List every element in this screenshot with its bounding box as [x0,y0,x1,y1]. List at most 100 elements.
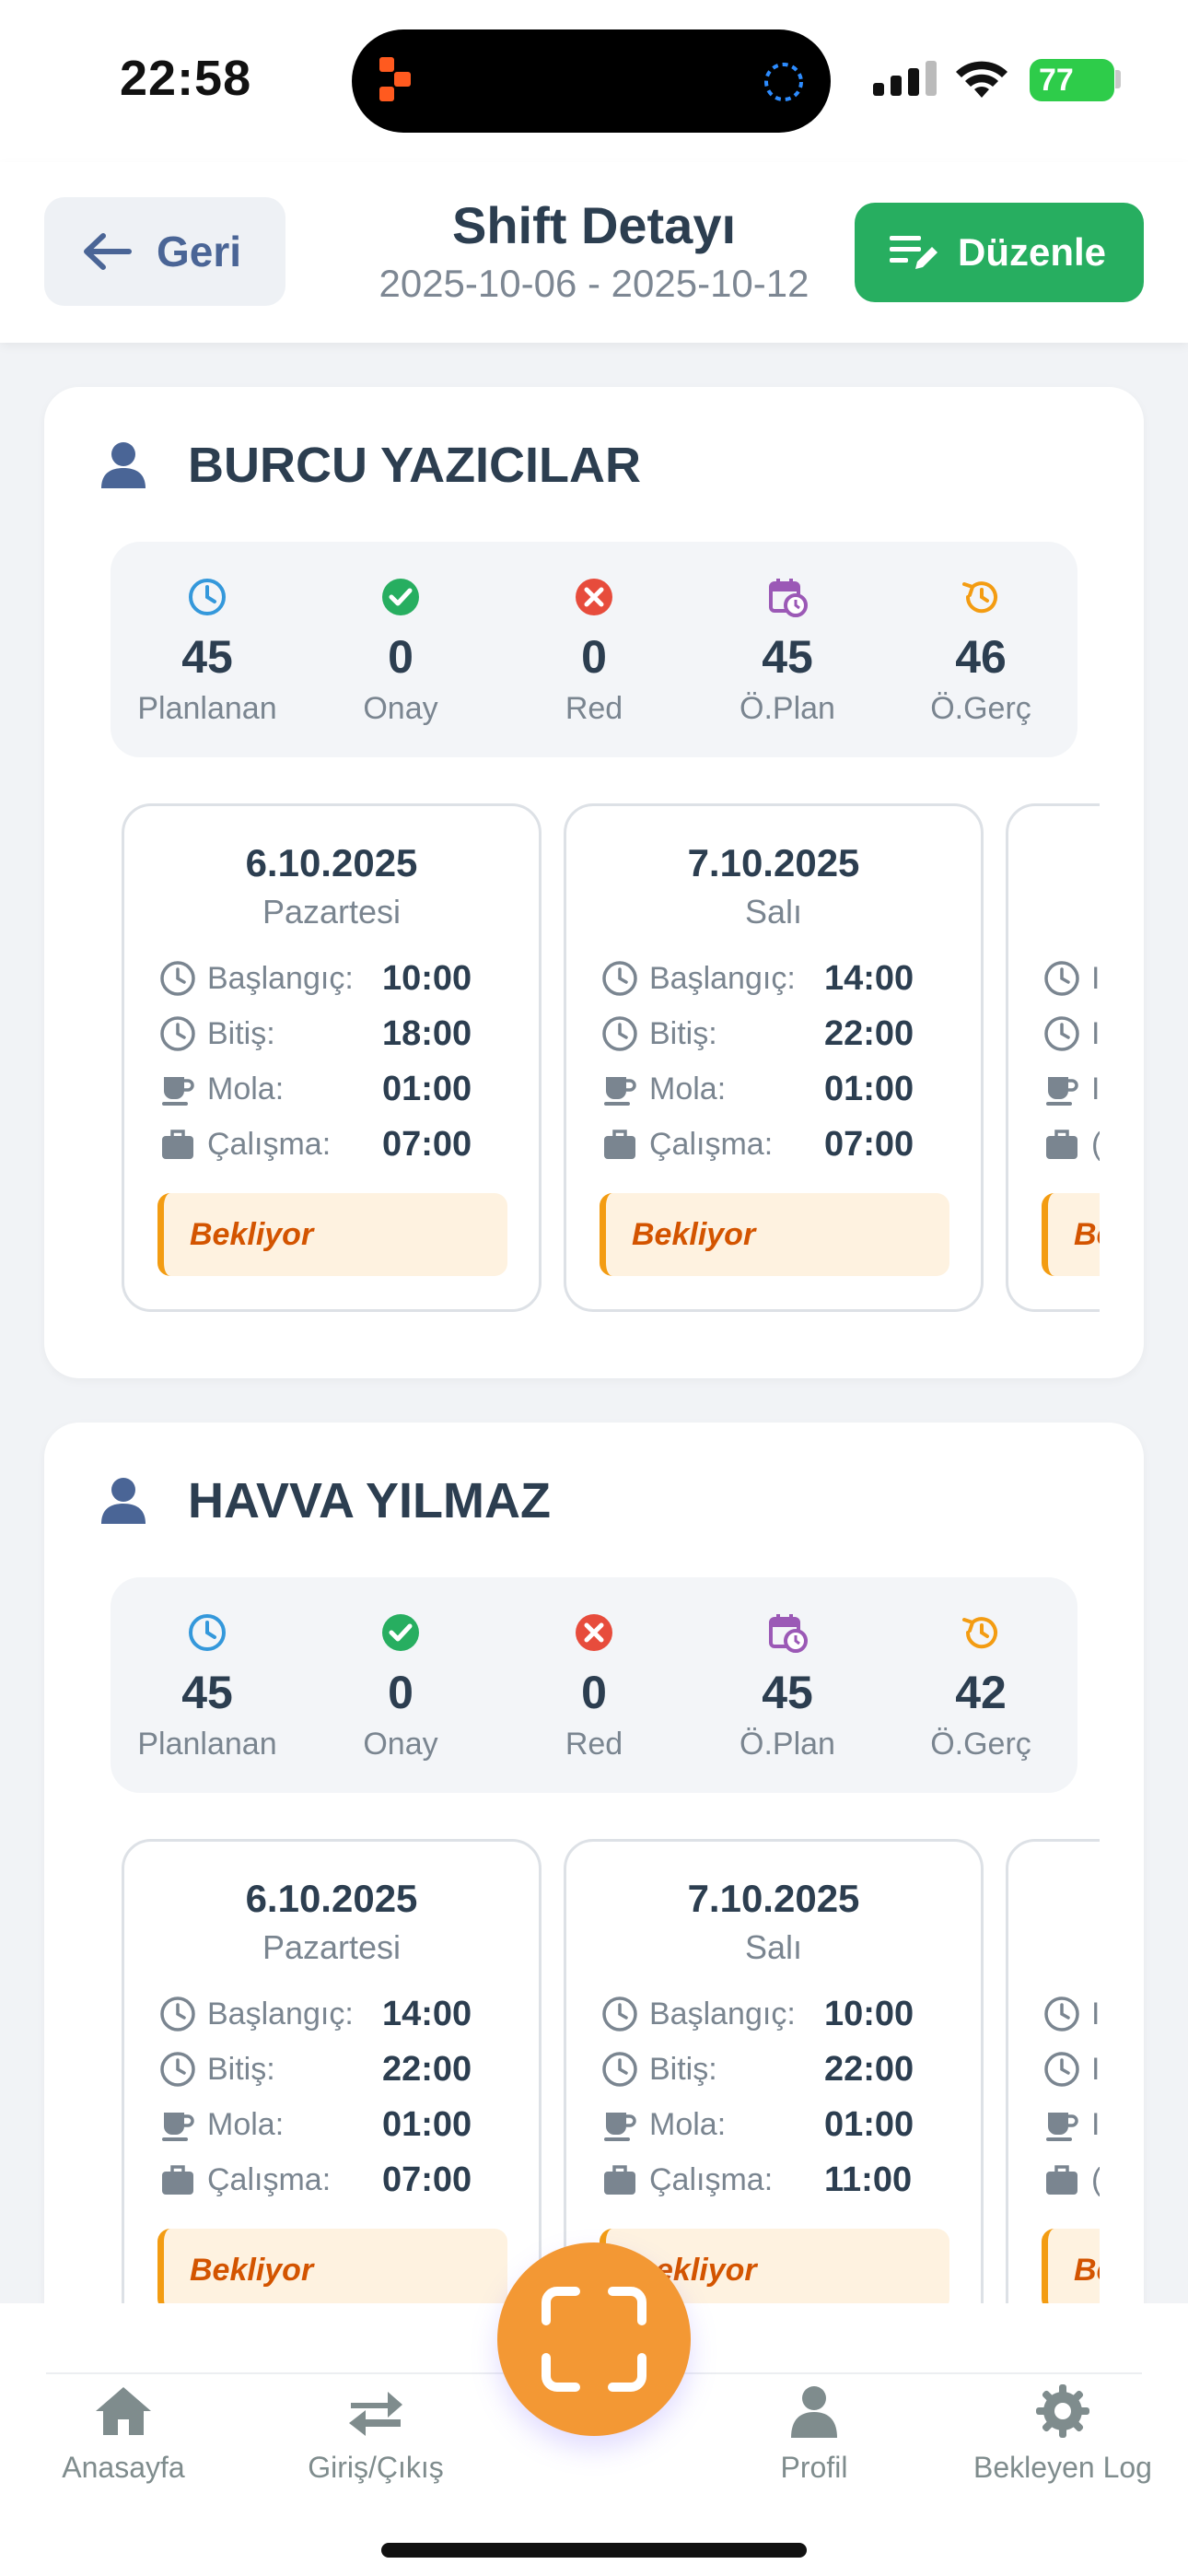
dynamic-island [352,29,831,133]
status-badge: Be [1042,1193,1100,1276]
stat-value: 46 [955,631,1007,683]
day-date: 7.10.2025 [687,1877,860,1920]
nav-home-label: Anasayfa [62,2451,185,2484]
status-badge: Bekliyor [157,1193,507,1276]
end-row: Bitiş: 22:00 [601,2046,914,2092]
day-card[interactable]: 6.10.2025 Pazartesi Başlangıç: 10:00 Bit… [122,803,542,1312]
swap-arrows-icon [349,2392,402,2436]
stat-label: Onay [363,1727,438,1762]
stat-overtime-plan: 45 Ö.Plan [691,542,884,757]
nav-profile[interactable]: Profil [713,2384,915,2485]
stat-overtime-plan: 45 Ö.Plan [691,1577,884,1793]
clock-icon [160,2052,195,2087]
briefcase-icon [1046,1130,1077,1159]
work-row: ( [1043,2157,1100,2203]
end-value: 18:00 [382,1013,472,1053]
break-label: Mola: [207,1071,285,1107]
clock-icon [602,1996,637,2032]
break-label: Mola: [649,1071,727,1107]
stat-value: 45 [181,1667,233,1718]
end-label: Bitiş: [649,1015,717,1051]
day-card[interactable]: 6.10.2025 Pazartesi Başlangıç: 14:00 Bit… [122,1839,542,2344]
user-icon [98,439,149,490]
stat-value: 0 [581,631,607,683]
nav-home[interactable]: Anasayfa [22,2384,225,2485]
status-badge: Be [1042,2229,1100,2312]
end-row: Bitiş: 22:00 [159,2046,472,2092]
start-label: Başlangıç: [649,960,796,996]
work-label: ( [1091,2162,1100,2198]
user-icon [791,2386,837,2438]
cellular-signal-icon [873,61,937,96]
day-card[interactable]: I I I ( Be [1006,1839,1100,2344]
coffee-icon [1046,1077,1078,1106]
nav-checkinout[interactable]: Giriş/Çıkış [274,2384,477,2485]
start-label: I [1091,1996,1100,2032]
break-value: 01:00 [824,2104,914,2144]
edit-label: Düzenle [958,230,1107,274]
app-activity-icon [379,57,425,109]
scan-button[interactable] [497,2242,691,2436]
day-card[interactable]: I I I ( Be [1006,803,1100,1312]
edit-button[interactable]: Düzenle [855,203,1144,302]
wifi-icon [954,57,1009,100]
briefcase-icon [1046,2165,1077,2195]
stat-rejected: 0 Red [497,542,691,757]
stat-rejected: 0 Red [497,1577,691,1793]
start-label: Başlangıç: [207,1996,354,2032]
work-label: ( [1091,1127,1100,1163]
stat-label: Ö.Plan [740,1727,835,1762]
start-row: I [1043,1991,1100,2037]
work-value: 07:00 [382,2160,472,2199]
break-row: I [1043,2102,1100,2148]
stat-overtime-actual: 42 Ö.Gerç [884,1577,1077,1793]
stat-approved: 0 Onay [304,542,497,757]
nav-pending-log[interactable]: Bekleyen Log [961,2384,1164,2485]
nav-pending-log-label: Bekleyen Log [973,2451,1152,2484]
start-label: I [1091,960,1100,996]
day-date: 6.10.2025 [245,841,418,884]
start-value: 14:00 [824,958,914,998]
clock-icon [1044,2052,1079,2087]
work-row: Çalışma: 11:00 [601,2157,912,2203]
break-label: Mola: [649,2106,727,2142]
day-cards-scroller[interactable]: 6.10.2025 Pazartesi Başlangıç: 10:00 Bit… [122,803,1100,1312]
user-icon [98,1474,149,1526]
day-card[interactable]: 7.10.2025 Salı Başlangıç: 14:00 Bitiş: 2… [564,803,984,1312]
clock-icon [1044,1996,1079,2032]
battery-indicator: 77 [1030,59,1114,101]
work-label: Çalışma: [649,2161,774,2197]
gear-icon [1036,2384,1089,2438]
start-label: Başlangıç: [207,960,354,996]
stat-approved: 0 Onay [304,1577,497,1793]
x-circle-icon [576,1614,612,1651]
stat-value: 45 [181,631,233,683]
employee-card: BURCU YAZICILAR 45 Planlanan 0 Onay 0 Re… [44,387,1144,1378]
break-label: Mola: [207,2106,285,2142]
page-header: Geri Shift Detayı 2025-10-06 - 2025-10-1… [0,162,1188,343]
briefcase-icon [162,2165,193,2195]
clock-icon [1044,1016,1079,1051]
work-row: Çalışma: 07:00 [159,2157,472,2203]
briefcase-icon [604,1130,635,1159]
status-badge: Bekliyor [157,2229,507,2312]
employee-card: HAVVA YILMAZ 45 Planlanan 0 Onay 0 Red 4… [44,1423,1144,2344]
employee-name: HAVVA YILMAZ [188,1473,552,1528]
start-row: Başlangıç: 10:00 [159,955,472,1001]
stat-label: Red [565,1727,623,1762]
calendar-clock-icon [769,1614,808,1653]
stats-summary: 45 Planlanan 0 Onay 0 Red 45 Ö.Plan 42 Ö… [111,1577,1077,1793]
coffee-icon [162,2113,194,2141]
stat-value: 45 [762,1667,813,1718]
break-row: Mola: 01:00 [601,2102,914,2148]
work-label: Çalışma: [649,1126,774,1162]
start-value: 10:00 [382,958,472,998]
clock-icon [160,1016,195,1051]
clock-icon [189,579,226,615]
day-weekday: Pazartesi [262,893,402,931]
day-weekday: Salı [744,893,803,931]
day-weekday: Pazartesi [262,1928,402,1966]
work-value: 11:00 [824,2160,913,2199]
break-row: Mola: 01:00 [159,1066,472,1112]
stat-value: 42 [955,1667,1007,1718]
